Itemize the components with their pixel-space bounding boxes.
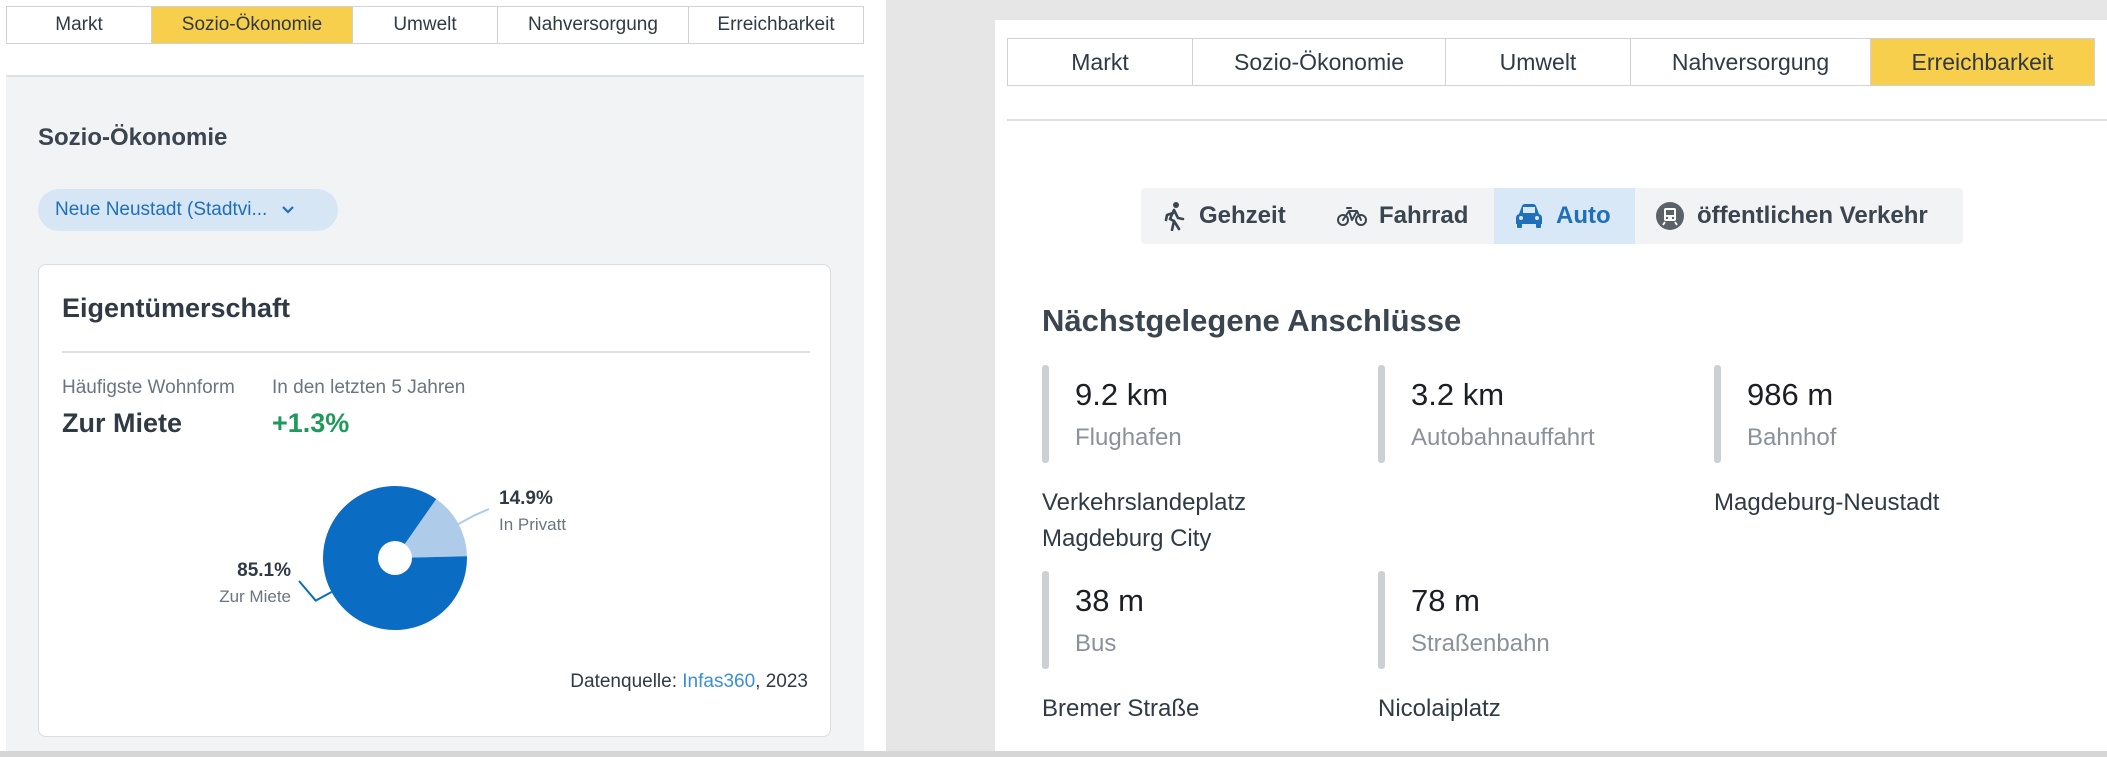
tab-umwelt[interactable]: Umwelt — [1446, 39, 1631, 85]
connection-distance: 78 m — [1411, 583, 1480, 618]
connection-type: Flughafen — [1075, 424, 1182, 451]
region-select[interactable]: Neue Neustadt (Stadtvi... — [38, 189, 338, 231]
connection-type: Autobahnauffahrt — [1411, 424, 1595, 451]
connection-distance: 3.2 km — [1411, 377, 1505, 412]
connection-type: Bus — [1075, 630, 1117, 657]
pie-leader-line-1 — [457, 508, 490, 525]
source-link[interactable]: Infas360 — [682, 671, 755, 692]
pie-svg: 85.1% Zur Miete 14.9% In Privatt — [219, 486, 566, 630]
mode-fahrrad[interactable]: Fahrrad — [1317, 188, 1494, 244]
tab-sozio-oekonomie[interactable]: Sozio-Ökonomie — [1193, 39, 1446, 85]
card-divider — [62, 351, 810, 353]
transport-mode-switch: Gehzeit Fahrrad Auto öffentlichen Verkeh… — [1141, 188, 1963, 244]
tab-erreichbarkeit[interactable]: Erreichbarkeit — [689, 7, 863, 43]
mode-auto-label: Auto — [1556, 202, 1611, 229]
ownership-pie-chart: 85.1% Zur Miete 14.9% In Privatt — [189, 465, 579, 700]
connection-place: Nicolaiplatz — [1378, 695, 1501, 722]
source-prefix: Datenquelle: — [570, 671, 683, 692]
tab-nahversorgung[interactable]: Nahversorgung — [498, 7, 689, 43]
right-tab-bar: Markt Sozio-Ökonomie Umwelt Nahversorgun… — [1007, 38, 2095, 86]
mode-oepnv[interactable]: öffentlichen Verkehr — [1635, 188, 1963, 244]
data-source: Datenquelle: Infas360, 2023 — [570, 671, 808, 693]
pie-value-label-1: 14.9% — [499, 488, 553, 509]
ownership-card: Eigentümerschaft Häufigste Wohnform Zur … — [38, 264, 831, 737]
left-tab-bar: Markt Sozio-Ökonomie Umwelt Nahversorgun… — [6, 6, 864, 44]
tab-umwelt[interactable]: Umwelt — [353, 7, 498, 43]
pie-leader-line-0 — [298, 580, 333, 602]
connection-bar — [1714, 365, 1721, 463]
connection-distance: 986 m — [1747, 377, 1834, 412]
kpi-value-housing-form: Zur Miete — [62, 408, 183, 438]
right-panel: Markt Sozio-Ökonomie Umwelt Nahversorgun… — [995, 20, 2107, 751]
bicycle-icon — [1337, 207, 1367, 226]
bottom-edge — [0, 751, 2107, 757]
section-title: Nächstgelegene Anschlüsse — [1042, 303, 1462, 338]
mode-fahrrad-label: Fahrrad — [1379, 202, 1469, 229]
kpi-label-housing-form: Häufigste Wohnform — [62, 377, 235, 398]
connection-place: Bremer Straße — [1042, 695, 1200, 722]
chevron-down-icon — [281, 203, 295, 218]
mode-gehzeit[interactable]: Gehzeit — [1141, 188, 1317, 244]
pie-category-label-0: Zur Miete — [219, 587, 291, 606]
connection-type: Straßenbahn — [1411, 630, 1550, 657]
mode-gehzeit-label: Gehzeit — [1199, 202, 1286, 229]
card-title: Eigentümerschaft — [62, 293, 291, 323]
connection-bar — [1378, 571, 1385, 669]
region-select-value: Neue Neustadt (Stadtvi... — [55, 199, 268, 220]
tab-erreichbarkeit[interactable]: Erreichbarkeit — [1871, 39, 2094, 85]
walking-icon — [1164, 202, 1185, 231]
mode-auto[interactable]: Auto — [1494, 188, 1635, 244]
tab-nahversorgung[interactable]: Nahversorgung — [1631, 39, 1871, 85]
tab-sozio-oekonomie[interactable]: Sozio-Ökonomie — [152, 7, 353, 43]
car-icon — [1516, 204, 1542, 228]
mode-oepnv-label: öffentlichen Verkehr — [1697, 202, 1928, 229]
train-icon — [1656, 202, 1684, 230]
connection-bar — [1042, 365, 1049, 463]
source-year: , 2023 — [755, 671, 808, 692]
pie-value-label-0: 85.1% — [237, 560, 291, 581]
page-title: Sozio-Ökonomie — [38, 124, 228, 151]
pie-category-label-1: In Privatt — [499, 515, 566, 534]
connection-place: Verkehrslandeplatz Magdeburg City — [1042, 489, 1247, 552]
left-panel: Markt Sozio-Ökonomie Umwelt Nahversorgun… — [0, 0, 886, 751]
kpi-value-trend: +1.3% — [272, 408, 350, 438]
kpi-label-trend: In den letzten 5 Jahren — [272, 377, 466, 398]
tab-markt[interactable]: Markt — [1008, 39, 1193, 85]
donut-hole — [378, 541, 412, 575]
tab-markt[interactable]: Markt — [7, 7, 152, 43]
connection-bar — [1378, 365, 1385, 463]
connection-place: Magdeburg-Neustadt — [1714, 489, 1940, 516]
connection-bar — [1042, 571, 1049, 669]
tab-divider — [1007, 119, 2107, 121]
connection-distance: 38 m — [1075, 583, 1144, 618]
connection-distance: 9.2 km — [1075, 377, 1169, 412]
connection-type: Bahnhof — [1747, 424, 1837, 451]
